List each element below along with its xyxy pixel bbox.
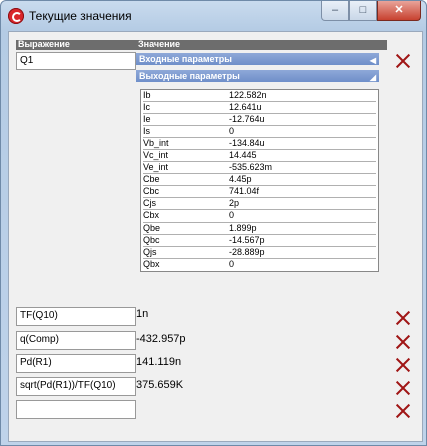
param-name: Cbx (143, 210, 160, 221)
client-area: Выражение Значение Q1 Входные параметры … (8, 31, 423, 442)
input-params-section[interactable]: Входные параметры ◀ (136, 53, 379, 65)
window: Текущие значения – □ ✕ Выражение Значени… (0, 0, 427, 446)
expression-input[interactable]: q(Comp) (16, 331, 136, 350)
param-value: 1.899p (229, 222, 257, 233)
delete-icon[interactable] (395, 380, 411, 396)
param-row: Qbe 1.899p (143, 223, 376, 235)
title-bar[interactable]: Текущие значения – □ ✕ (1, 1, 426, 31)
param-value: 12.641u (229, 102, 262, 113)
maximize-button[interactable]: □ (349, 1, 377, 21)
param-row: Cbx 0 (143, 210, 376, 223)
param-value: -14.567p (229, 234, 265, 245)
param-name: Ic (143, 102, 151, 113)
delete-icon[interactable] (395, 357, 411, 373)
param-name: Ve_int (143, 162, 169, 173)
param-row: Ve_int -535.623m (143, 162, 376, 175)
param-name: Cjs (143, 198, 156, 209)
param-value: 14.445 (229, 150, 257, 161)
param-row: Qbc -14.567p (143, 235, 376, 247)
param-value: -28.889p (229, 246, 265, 257)
param-name: Vb_int (143, 138, 169, 149)
expression-input[interactable] (16, 400, 136, 419)
param-name: Qbc (143, 234, 160, 245)
param-row: Qjs -28.889p (143, 247, 376, 259)
param-value: 0 (229, 258, 235, 269)
param-name: Qbe (143, 222, 161, 233)
param-value: 4.45p (229, 174, 252, 185)
app-icon (8, 8, 24, 24)
delete-icon[interactable] (395, 53, 411, 69)
collapse-left-icon: ◀ (369, 56, 376, 65)
expression-value: 1n (136, 308, 149, 320)
param-row: Ic 12.641u (143, 102, 376, 115)
param-name: Is (143, 126, 151, 137)
param-name: Ie (143, 114, 151, 125)
output-params-section[interactable]: Выходные параметры ◢ (136, 70, 379, 82)
param-value: -134.84u (229, 138, 265, 149)
expression-column-label: Выражение (18, 39, 70, 49)
delete-icon[interactable] (395, 334, 411, 350)
param-row: Is 0 (143, 126, 376, 139)
column-header: Выражение Значение (16, 39, 387, 50)
expression-value: 375.659K (136, 379, 184, 391)
param-name: Cbc (143, 186, 160, 197)
param-value: -12.764u (229, 114, 265, 125)
param-value: 741.04f (229, 186, 260, 197)
param-row: Ie -12.764u (143, 114, 376, 127)
delete-icon[interactable] (395, 310, 411, 326)
expression-input[interactable]: sqrt(Pd(R1))/TF(Q10) (16, 377, 136, 396)
expression-input[interactable]: TF(Q10) (16, 307, 136, 326)
caption-buttons: – □ ✕ (321, 1, 421, 21)
param-name: Qbx (143, 258, 160, 269)
param-value: 2p (229, 198, 240, 209)
expand-corner-icon: ◢ (369, 73, 376, 82)
param-row: Ib 122.582n (143, 90, 376, 103)
param-row: Qbx 0 (143, 259, 376, 271)
param-row: Vc_int 14.445 (143, 150, 376, 163)
param-row: Cjs 2p (143, 198, 376, 211)
input-params-label: Входные параметры (139, 54, 232, 64)
param-value: -535.623m (229, 162, 273, 173)
param-value: 0 (229, 126, 235, 137)
param-name: Cbe (143, 174, 160, 185)
expression-input-q1[interactable]: Q1 (16, 52, 136, 70)
param-row: Cbc 741.04f (143, 186, 376, 199)
param-name: Ib (143, 90, 151, 100)
window-title: Текущие значения (29, 9, 132, 23)
param-value: 122.582n (229, 90, 267, 100)
expression-value: 141.119n (136, 356, 182, 368)
expression-value: -432.957p (136, 333, 186, 345)
output-params-label: Выходные параметры (139, 71, 240, 81)
param-name: Qjs (143, 246, 157, 257)
param-row: Cbe 4.45p (143, 174, 376, 187)
param-name: Vc_int (143, 150, 169, 161)
delete-icon[interactable] (395, 403, 411, 419)
minimize-button[interactable]: – (321, 1, 349, 21)
param-row: Vb_int -134.84u (143, 138, 376, 151)
close-button[interactable]: ✕ (377, 1, 421, 21)
expression-input[interactable]: Pd(R1) (16, 354, 136, 373)
param-value: 0 (229, 210, 235, 221)
output-params-table: Ib 122.582n Ic 12.641u Ie -12.764u Is 0 Vb_i… (140, 89, 379, 272)
value-column-label: Значение (138, 39, 181, 49)
